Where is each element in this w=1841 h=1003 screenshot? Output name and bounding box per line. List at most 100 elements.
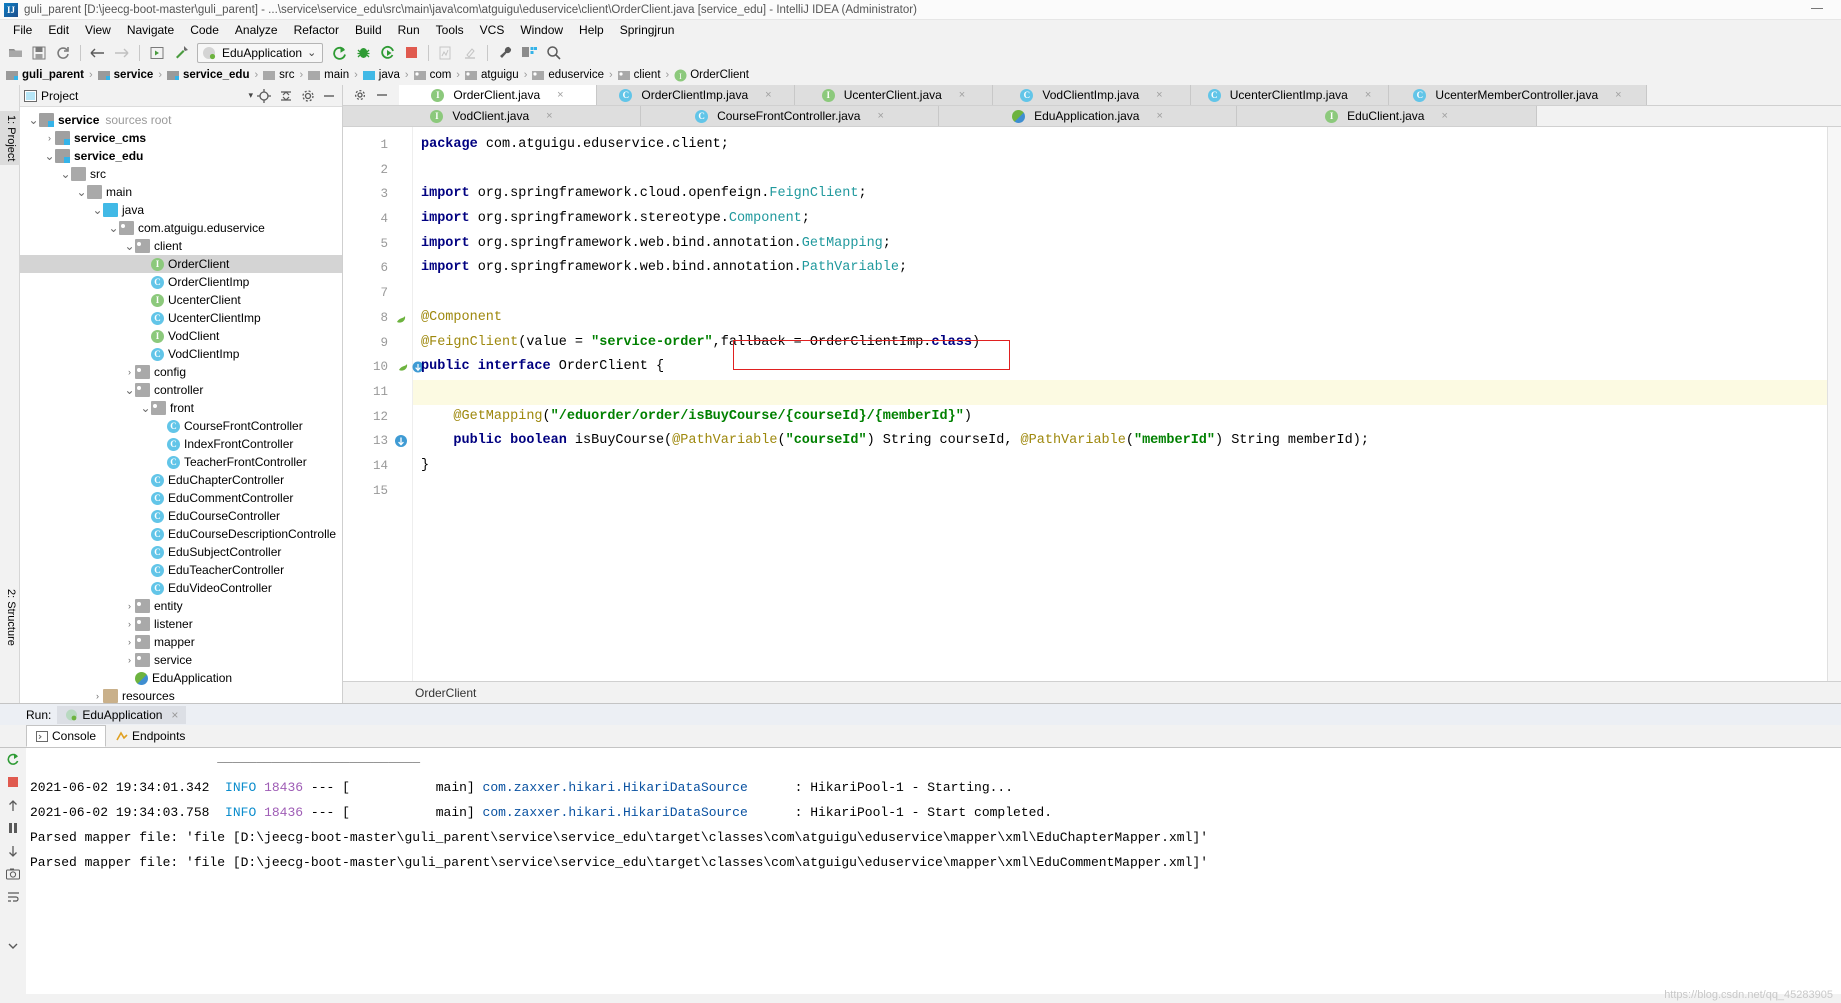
menu-item-window[interactable]: Window xyxy=(512,21,571,39)
code-line-1[interactable]: package com.atguigu.eduservice.client; xyxy=(413,133,1827,158)
chevron-down-icon[interactable]: ⌄ xyxy=(28,116,39,124)
tree-node-teacherfrontcontroller[interactable]: CTeacherFrontController xyxy=(20,453,342,471)
save-icon[interactable] xyxy=(28,42,50,63)
implementation-marker-icon[interactable] xyxy=(398,360,414,374)
menu-item-help[interactable]: Help xyxy=(571,21,612,39)
tree-node-front[interactable]: ⌄front xyxy=(20,399,342,417)
editor-tab-vodclient-java[interactable]: IVodClient.java× xyxy=(343,106,641,126)
tree-node-entity[interactable]: ›entity xyxy=(20,597,342,615)
tree-node-eduvideocontroller[interactable]: CEduVideoController xyxy=(20,579,342,597)
attach-icon[interactable] xyxy=(459,42,481,63)
editor-tab-eduapplication-java[interactable]: EduApplication.java× xyxy=(939,106,1237,126)
tree-node-resources[interactable]: ›resources xyxy=(20,687,342,703)
run-subtab-console[interactable]: Console xyxy=(26,725,106,747)
code-line-2[interactable] xyxy=(413,158,1827,183)
debug-icon[interactable] xyxy=(352,42,374,63)
tree-node-service[interactable]: ›service xyxy=(20,651,342,669)
editor-tab-orderclient-java[interactable]: IOrderClient.java× xyxy=(399,85,597,105)
chevron-right-icon[interactable]: › xyxy=(124,619,135,629)
code-line-4[interactable]: import org.springframework.stereotype.Co… xyxy=(413,207,1827,232)
menu-item-springjrun[interactable]: Springjrun xyxy=(612,21,683,39)
breadcrumb-item-service-edu[interactable]: service_edu xyxy=(167,69,250,81)
scroll-down-icon[interactable] xyxy=(5,843,21,859)
chevron-right-icon[interactable]: › xyxy=(124,601,135,611)
expand-icon[interactable] xyxy=(5,938,21,954)
chevron-right-icon[interactable]: › xyxy=(44,133,55,143)
breadcrumb-item-service[interactable]: service xyxy=(98,69,154,81)
chevron-right-icon[interactable]: › xyxy=(92,691,103,701)
forward-arrow-icon[interactable] xyxy=(111,42,133,63)
settings-gear-icon[interactable] xyxy=(354,89,366,101)
menu-item-analyze[interactable]: Analyze xyxy=(227,21,286,39)
chevron-down-icon[interactable]: ⌄ xyxy=(76,188,87,196)
breadcrumb-item-main[interactable]: main xyxy=(308,69,349,81)
breadcrumb-item-eduservice[interactable]: eduservice xyxy=(532,69,604,81)
tree-node-service-edu[interactable]: ⌄service_edu xyxy=(20,147,342,165)
tree-node-indexfrontcontroller[interactable]: CIndexFrontController xyxy=(20,435,342,453)
run-with-coverage-icon[interactable] xyxy=(376,42,398,63)
breadcrumb-item-guli-parent[interactable]: guli_parent xyxy=(6,69,84,81)
chevron-down-icon[interactable]: ⌄ xyxy=(44,152,55,160)
tree-node-main[interactable]: ⌄main xyxy=(20,183,342,201)
code-line-7[interactable] xyxy=(413,281,1827,306)
code-line-8[interactable]: @Component− xyxy=(413,306,1827,331)
code-line-11[interactable] xyxy=(413,380,1827,405)
chevron-down-icon[interactable]: ▾ xyxy=(248,90,253,101)
scroll-up-icon[interactable] xyxy=(5,797,21,813)
hide-editor-tabs-icon[interactable] xyxy=(376,89,388,101)
chevron-down-icon[interactable]: ⌄ xyxy=(307,46,316,59)
tree-node-educommentcontroller[interactable]: CEduCommentController xyxy=(20,489,342,507)
tree-node-ucenterclient[interactable]: IUcenterClient xyxy=(20,291,342,309)
close-icon[interactable]: × xyxy=(765,89,771,101)
profile-icon[interactable] xyxy=(435,42,457,63)
code-editor[interactable]: 123456789101112131415 package com.atguig… xyxy=(343,127,1841,681)
chevron-down-icon[interactable]: ⌄ xyxy=(92,206,103,214)
close-icon[interactable]: × xyxy=(959,89,965,101)
rerun-icon[interactable] xyxy=(328,42,350,63)
run-box-icon[interactable] xyxy=(146,42,168,63)
breadcrumb-item-com[interactable]: com xyxy=(414,69,452,81)
soft-wrap-icon[interactable] xyxy=(5,889,21,905)
locate-icon[interactable] xyxy=(257,89,271,103)
chevron-right-icon[interactable]: › xyxy=(124,655,135,665)
tree-node-eduapplication[interactable]: EduApplication xyxy=(20,669,342,687)
open-folder-icon[interactable] xyxy=(4,42,26,63)
back-arrow-icon[interactable] xyxy=(87,42,109,63)
tree-node-orderclient[interactable]: IOrderClient xyxy=(20,255,342,273)
menu-item-view[interactable]: View xyxy=(77,21,119,39)
tree-node-service-cms[interactable]: ›service_cms xyxy=(20,129,342,147)
camera-icon[interactable] xyxy=(5,866,21,882)
chevron-right-icon[interactable]: › xyxy=(124,637,135,647)
breadcrumb-item-orderclient[interactable]: IOrderClient xyxy=(674,69,749,82)
settings-gear-icon[interactable] xyxy=(301,89,315,103)
code-line-12[interactable]: @GetMapping("/eduorder/order/isBuyCourse… xyxy=(413,405,1827,430)
tree-node-listener[interactable]: ›listener xyxy=(20,615,342,633)
wrench-icon[interactable] xyxy=(494,42,516,63)
tree-node-service[interactable]: ⌄servicesources root xyxy=(20,111,342,129)
menu-item-build[interactable]: Build xyxy=(347,21,390,39)
editor-tab-coursefrontcontroller-java[interactable]: CCourseFrontController.java× xyxy=(641,106,939,126)
tree-node-mapper[interactable]: ›mapper xyxy=(20,633,342,651)
tree-node-coursefrontcontroller[interactable]: CCourseFrontController xyxy=(20,417,342,435)
minimize-button[interactable] xyxy=(1811,8,1823,9)
code-line-13[interactable]: public boolean isBuyCourse(@PathVariable… xyxy=(413,429,1827,454)
editor-tab-educlient-java[interactable]: IEduClient.java× xyxy=(1237,106,1537,126)
close-icon[interactable]: × xyxy=(1156,89,1162,101)
tree-node-eduteachercontroller[interactable]: CEduTeacherController xyxy=(20,561,342,579)
menu-item-tools[interactable]: Tools xyxy=(428,21,472,39)
editor-tab-ucentermembercontroller-java[interactable]: CUcenterMemberController.java× xyxy=(1389,85,1647,105)
editor-tab-ucenterclientimp-java[interactable]: CUcenterClientImp.java× xyxy=(1191,85,1389,105)
menu-item-vcs[interactable]: VCS xyxy=(472,21,513,39)
menu-item-run[interactable]: Run xyxy=(390,21,428,39)
hide-window-icon[interactable] xyxy=(323,90,335,102)
code-line-6[interactable]: import org.springframework.web.bind.anno… xyxy=(413,256,1827,281)
tree-node-educoursedescriptioncontrolle[interactable]: CEduCourseDescriptionControlle xyxy=(20,525,342,543)
structure-icon[interactable] xyxy=(518,42,540,63)
editor-tab-ucenterclient-java[interactable]: IUcenterClient.java× xyxy=(795,85,993,105)
tree-node-orderclientimp[interactable]: COrderClientImp xyxy=(20,273,342,291)
pause-icon[interactable] xyxy=(5,820,21,836)
tree-node-vodclientimp[interactable]: CVodClientImp xyxy=(20,345,342,363)
close-icon[interactable]: × xyxy=(171,708,178,722)
tree-node-vodclient[interactable]: IVodClient xyxy=(20,327,342,345)
run-configuration-selector[interactable]: EduApplication ⌄ xyxy=(197,43,323,63)
